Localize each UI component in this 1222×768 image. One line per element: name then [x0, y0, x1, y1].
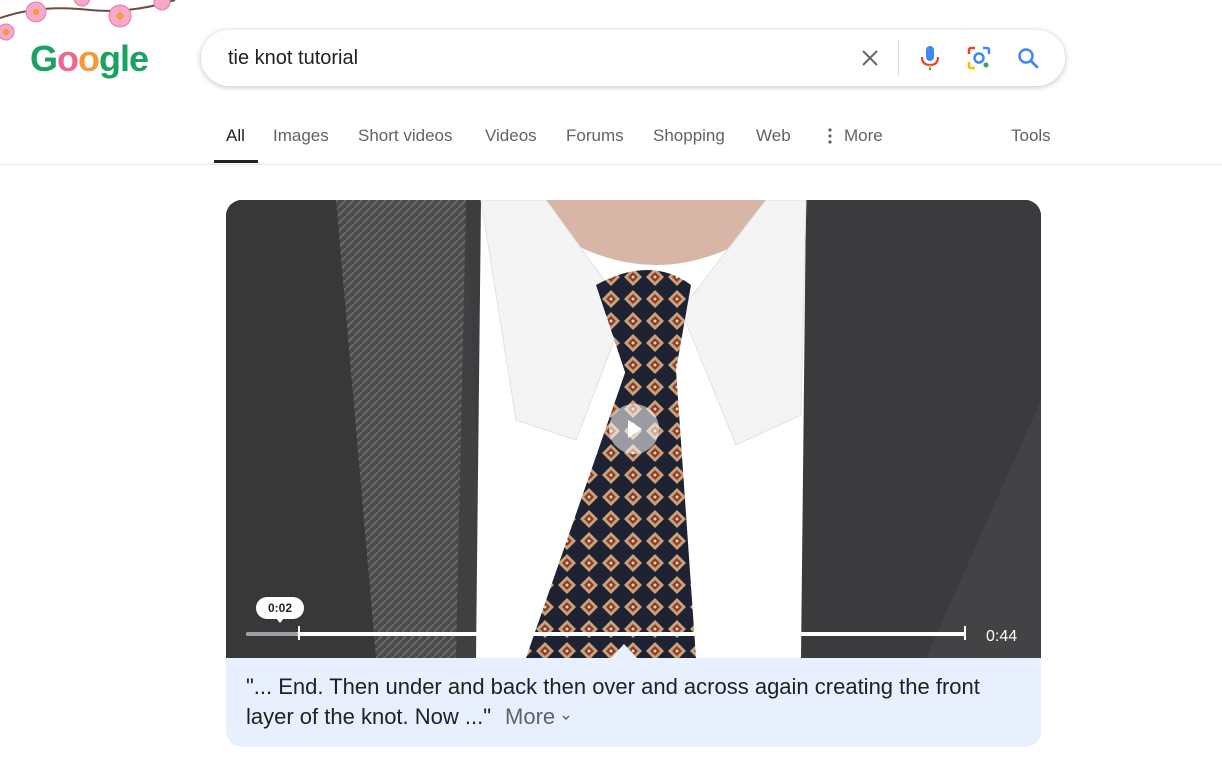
search-icon[interactable]	[1013, 43, 1043, 73]
google-search-page: Google tie knot tutorial All Images Shor…	[0, 0, 1222, 768]
tab-videos[interactable]: Videos	[485, 126, 537, 146]
video-duration: 0:44	[986, 628, 1018, 645]
chevron-down-icon	[562, 715, 570, 721]
tab-forums[interactable]: Forums	[566, 126, 624, 146]
tab-all[interactable]: All	[226, 126, 245, 146]
video-result-card: 0:02 0:44 "... End. Then under and back …	[226, 200, 1041, 747]
tab-shopping[interactable]: Shopping	[653, 126, 725, 146]
active-tab-indicator	[214, 160, 258, 163]
microphone-icon[interactable]	[915, 43, 945, 73]
video-progress-thumb[interactable]	[298, 626, 300, 640]
tab-images[interactable]: Images	[273, 126, 329, 146]
current-time-bubble: 0:02	[256, 597, 304, 623]
google-logo[interactable]: Google	[30, 38, 149, 80]
play-button[interactable]	[609, 404, 659, 454]
search-bar	[201, 30, 1065, 86]
video-player[interactable]: 0:02 0:44	[226, 200, 1041, 658]
tab-web[interactable]: Web	[756, 126, 791, 146]
video-progress-bar[interactable]	[246, 632, 966, 636]
video-transcript-snippet: "... End. Then under and back then over …	[246, 672, 1016, 732]
tools-button[interactable]: Tools	[1011, 126, 1051, 146]
tab-short-videos[interactable]: Short videos	[358, 126, 453, 146]
transcript-more-label: More	[505, 704, 556, 729]
transcript-more-button[interactable]: More	[505, 704, 571, 729]
camera-search-icon[interactable]	[964, 43, 994, 73]
more-vert-icon[interactable]	[826, 127, 834, 145]
tab-more[interactable]: More	[844, 126, 883, 146]
search-bar-divider	[898, 40, 899, 76]
transcript-text: "... End. Then under and back then over …	[246, 674, 980, 729]
video-progress-end	[964, 626, 966, 640]
video-progress-fill	[246, 632, 298, 636]
search-tabs: All Images Short videos Videos Forums Sh…	[0, 114, 1222, 165]
clear-icon[interactable]	[855, 43, 885, 73]
search-input[interactable]	[228, 46, 828, 70]
caption-pointer	[611, 644, 637, 658]
